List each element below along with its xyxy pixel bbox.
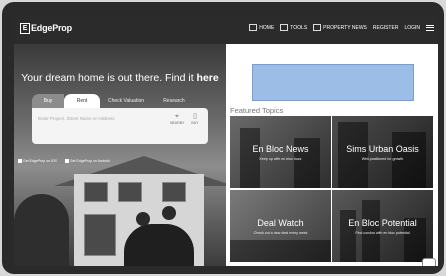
tab-research[interactable]: Research [152,94,196,108]
topic-tile-sims-urban-oasis[interactable]: Sims Urban Oasis Well-positioned for gro… [332,116,433,188]
nav-tools-label: TOOLS [290,24,308,31]
nav-login[interactable]: LOGIN [404,25,420,31]
family-illustration [124,224,194,266]
topic-title: En Bloc News [252,144,309,154]
hero-section: Your dream home is out there. Find it he… [14,44,226,266]
tab-rent[interactable]: Rent [64,94,100,108]
site-logo[interactable]: E EdgeProp [20,23,72,34]
nav-register[interactable]: REGISTER [373,25,399,31]
logo-mark-icon: E [20,23,30,34]
house-window [162,182,186,202]
right-panel: Featured Topics En Bloc News Keep up wit… [226,44,438,266]
nav-property-news-label: PROPERTY NEWS [323,24,367,31]
house-window [84,182,108,202]
topic-title: Sims Urban Oasis [346,144,419,154]
logo-text: EdgeProp [31,23,72,33]
chat-icon[interactable] [422,258,436,266]
topic-tile-en-bloc-potential[interactable]: En Bloc Potential Find condos with en bl… [332,190,433,262]
topic-subtitle: Keep up with en bloc buzz [259,157,302,161]
tab-buy[interactable]: Buy [32,94,64,108]
screen: E EdgeProp HOME TOOLS PROPERTY NEWS REGIS… [14,14,438,266]
tools-icon [280,24,289,31]
search-tabs: Buy Rent Check Valuation Research [32,94,208,108]
nav-home-label: HOME [259,24,275,31]
topic-subtitle: Well-positioned for growth [361,157,404,161]
nearby-button[interactable]: ⌖ NEARBY [170,113,184,125]
hero-title: Your dream home is out there. Find it he… [14,72,226,84]
top-navbar: E EdgeProp HOME TOOLS PROPERTY NEWS REGIS… [14,14,438,44]
buy-tool-label: BUY [191,121,199,125]
nearby-label: NEARBY [170,121,185,125]
location-icon: ⌖ [175,113,179,120]
topic-subtitle: Check out a new deal every week [253,231,308,235]
nav-property-news[interactable]: PROPERTY NEWS [313,24,367,31]
handshake-silhouette [230,240,331,262]
house-window [118,182,142,202]
search-card: Buy Rent Check Valuation Research ⌖ NEAR… [32,94,208,148]
hero-title-text: Your dream home is out there. Find it [21,72,197,84]
nav-tools[interactable]: TOOLS [280,24,307,31]
ad-banner[interactable] [252,64,414,101]
buy-tool-button[interactable]: ▯ BUY [188,113,202,125]
ios-app-link[interactable]: Get EdgeProp on iOS [18,159,57,164]
topic-subtitle: Find condos with en bloc potential [355,231,410,235]
nav-register-label: REGISTER [372,24,399,31]
apple-icon [18,159,22,164]
bin-icon: ▯ [193,113,197,120]
tab-check-valuation[interactable]: Check Valuation [100,94,152,108]
house-window [84,214,116,256]
building-silhouette [338,122,368,188]
topic-tile-deal-watch[interactable]: Deal Watch Check out a new deal every we… [230,190,331,262]
person-head [162,206,176,220]
topic-title: Deal Watch [257,218,304,228]
featured-topics-heading: Featured Topics [230,106,284,115]
search-input[interactable] [38,116,168,121]
tree-illustration [14,194,69,266]
home-icon [249,24,258,31]
person-head [136,212,150,226]
news-icon [313,24,322,31]
nav-home[interactable]: HOME [249,24,274,31]
ios-link-label: Get EdgeProp on iOS [23,159,57,163]
nav-login-label: LOGIN [404,24,420,31]
hamburger-menu-icon[interactable] [426,24,434,31]
search-box: ⌖ NEARBY ▯ BUY [32,108,208,144]
topic-tile-en-bloc-news[interactable]: En Bloc News Keep up with en bloc buzz [230,116,331,188]
hero-title-emphasis: here [196,72,219,84]
nav-menu: HOME TOOLS PROPERTY NEWS REGISTER LOGIN [249,24,434,31]
topic-title: En Bloc Potential [348,218,417,228]
